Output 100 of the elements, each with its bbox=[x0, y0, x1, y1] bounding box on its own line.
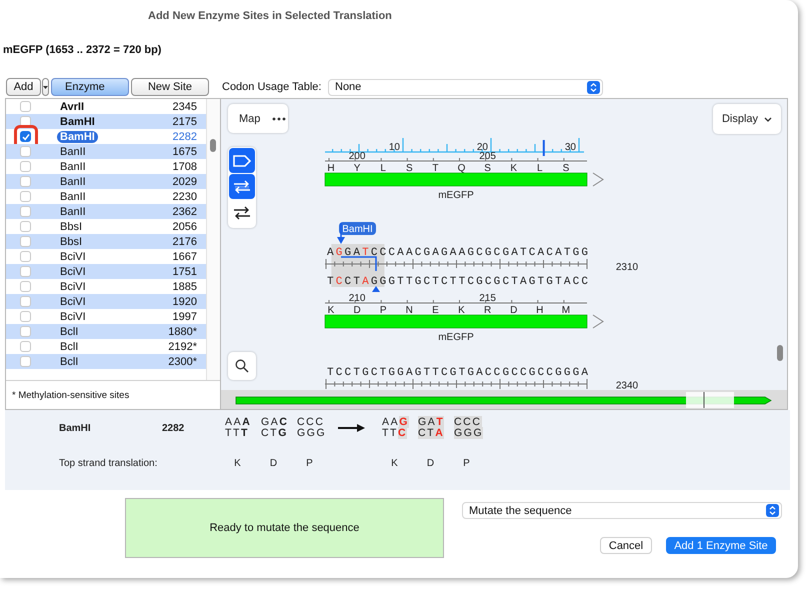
site-position: 1708 bbox=[172, 160, 197, 172]
search-button[interactable] bbox=[228, 352, 256, 380]
checkbox[interactable] bbox=[20, 131, 31, 142]
field-label: Codon Usage Table: bbox=[222, 81, 322, 93]
amino-acid: Q bbox=[458, 163, 466, 174]
map-button[interactable]: Map bbox=[228, 104, 288, 133]
scrollbar[interactable] bbox=[777, 345, 783, 361]
codon: CTA bbox=[418, 428, 446, 439]
site-position: 2300* bbox=[167, 356, 197, 368]
dna-sequence: T C CT A GGGTTGCTCTTCGCGCTAGTGTACC bbox=[327, 276, 588, 288]
site-row[interactable]: BanII 2029 bbox=[6, 174, 206, 189]
amino-acid: K bbox=[328, 305, 334, 316]
amino-acid: R bbox=[484, 305, 492, 316]
amino-acid: M bbox=[562, 305, 570, 316]
site-position: 1751 bbox=[172, 266, 197, 278]
chevron-icon bbox=[764, 116, 772, 122]
site-position: 2345 bbox=[172, 100, 197, 112]
stepper-icon bbox=[766, 504, 779, 517]
enzyme-name: BciVI bbox=[59, 250, 87, 262]
ruler-label: 210 bbox=[348, 293, 366, 304]
site-row[interactable]: BclI 2300* bbox=[6, 354, 206, 369]
sort-tab[interactable]: Enzyme bbox=[51, 78, 129, 96]
amino-acid: N bbox=[406, 305, 413, 316]
site-row[interactable]: AvrII 2345 bbox=[6, 99, 206, 114]
ruler-label: 30 bbox=[564, 142, 576, 153]
enzyme-name: BanII bbox=[59, 206, 87, 218]
enzyme-name: BciVI bbox=[59, 296, 87, 308]
site-row[interactable]: BclI 2192* bbox=[6, 339, 206, 354]
enzyme-name: BamHI bbox=[59, 116, 96, 128]
enzyme-name: BanII bbox=[59, 176, 87, 188]
amino-acid: D bbox=[510, 305, 518, 316]
site-row[interactable]: BbsI 2176 bbox=[6, 234, 206, 249]
sort-tab[interactable]: New Site bbox=[131, 78, 209, 96]
amino-acid: L bbox=[380, 163, 386, 174]
site-position: 2282 bbox=[172, 130, 197, 142]
amino-acid: K bbox=[458, 305, 465, 316]
checkbox[interactable] bbox=[20, 311, 31, 322]
codon: CCC bbox=[454, 417, 483, 428]
enzyme-name: BamHI bbox=[57, 130, 98, 142]
site-row[interactable]: BciVI 1997 bbox=[6, 309, 206, 324]
checkbox[interactable] bbox=[20, 326, 31, 337]
codon: TTT bbox=[225, 428, 250, 439]
amino-acid: D bbox=[268, 458, 278, 468]
amino-acid: S bbox=[562, 163, 570, 174]
codon-table-select[interactable]: None bbox=[328, 78, 603, 96]
overview-bar[interactable] bbox=[221, 390, 787, 409]
ruler-label: 200 bbox=[348, 151, 366, 162]
checkbox[interactable] bbox=[20, 191, 31, 202]
cancel-button[interactable]: Cancel bbox=[600, 537, 652, 554]
site-row[interactable]: BanII 1675 bbox=[6, 144, 206, 159]
amino-acid: S bbox=[406, 163, 413, 174]
site-row[interactable]: BanII 1708 bbox=[6, 159, 206, 174]
enzyme-name: BanII bbox=[59, 160, 87, 172]
checkbox[interactable] bbox=[20, 236, 31, 247]
site-row[interactable]: BciVI 1920 bbox=[6, 294, 206, 309]
display-button[interactable]: Display bbox=[713, 104, 781, 134]
site-label: BamHI bbox=[339, 222, 376, 235]
dna-sequence: A G GA T CCCAACGAGAAGCGCGATCACATGG bbox=[327, 247, 588, 259]
enzyme-name: BbsI bbox=[59, 220, 84, 232]
site-row[interactable]: BciVI 1885 bbox=[6, 279, 206, 294]
site-row[interactable]: BciVI 1667 bbox=[6, 249, 206, 264]
site-row[interactable]: BclI 1880* bbox=[6, 324, 206, 339]
checkbox[interactable] bbox=[20, 206, 31, 217]
site-row[interactable]: BciVI 1751 bbox=[6, 264, 206, 279]
dna-sequence: TCCTGCTGGAGTTCGTGACCGCCGCCGGGA bbox=[327, 367, 588, 379]
checkbox[interactable] bbox=[20, 356, 31, 367]
checkbox[interactable] bbox=[20, 281, 31, 292]
tag-icon bbox=[231, 152, 253, 168]
enzyme-name: BclI bbox=[59, 340, 80, 352]
add-site-button[interactable]: Add 1 Enzyme Site bbox=[666, 537, 776, 554]
site-position: 2056 bbox=[172, 220, 197, 232]
codon: AAA bbox=[225, 417, 252, 428]
sequence-range: mEGFP (1653 .. 2372 = 720 bp) bbox=[2, 44, 162, 58]
amino-acid: S bbox=[484, 163, 491, 174]
checkbox[interactable] bbox=[20, 296, 31, 307]
site-position: 2029 bbox=[172, 176, 197, 188]
checkbox[interactable] bbox=[20, 251, 31, 262]
checkbox[interactable] bbox=[20, 341, 31, 352]
site-row[interactable]: BbsI 2056 bbox=[6, 219, 206, 234]
checkbox[interactable] bbox=[20, 101, 31, 112]
add-button[interactable]: Add bbox=[6, 78, 41, 96]
checkbox[interactable] bbox=[20, 266, 31, 277]
checkbox[interactable] bbox=[20, 146, 31, 157]
site-position: 2230 bbox=[172, 190, 197, 202]
checkbox[interactable] bbox=[20, 161, 31, 172]
feature-label: mEGFP bbox=[438, 190, 474, 201]
checkbox[interactable] bbox=[20, 176, 31, 187]
codon: GGG bbox=[454, 428, 484, 439]
scrollbar[interactable] bbox=[206, 99, 220, 380]
menu-button[interactable] bbox=[42, 78, 49, 96]
site-position: 2175 bbox=[172, 116, 197, 128]
action-select[interactable]: Mutate the sequence bbox=[462, 502, 782, 519]
enzyme-name: BbsI bbox=[59, 236, 84, 248]
site-row[interactable]: BanII 2230 bbox=[6, 189, 206, 204]
site-row[interactable]: BanII 2362 bbox=[6, 204, 206, 219]
strands-icon bbox=[231, 178, 253, 194]
checkbox[interactable] bbox=[20, 221, 31, 232]
site-position: 2176 bbox=[172, 236, 197, 248]
site-row[interactable]: BamHI 2175 bbox=[6, 114, 206, 129]
search-icon bbox=[235, 359, 249, 373]
